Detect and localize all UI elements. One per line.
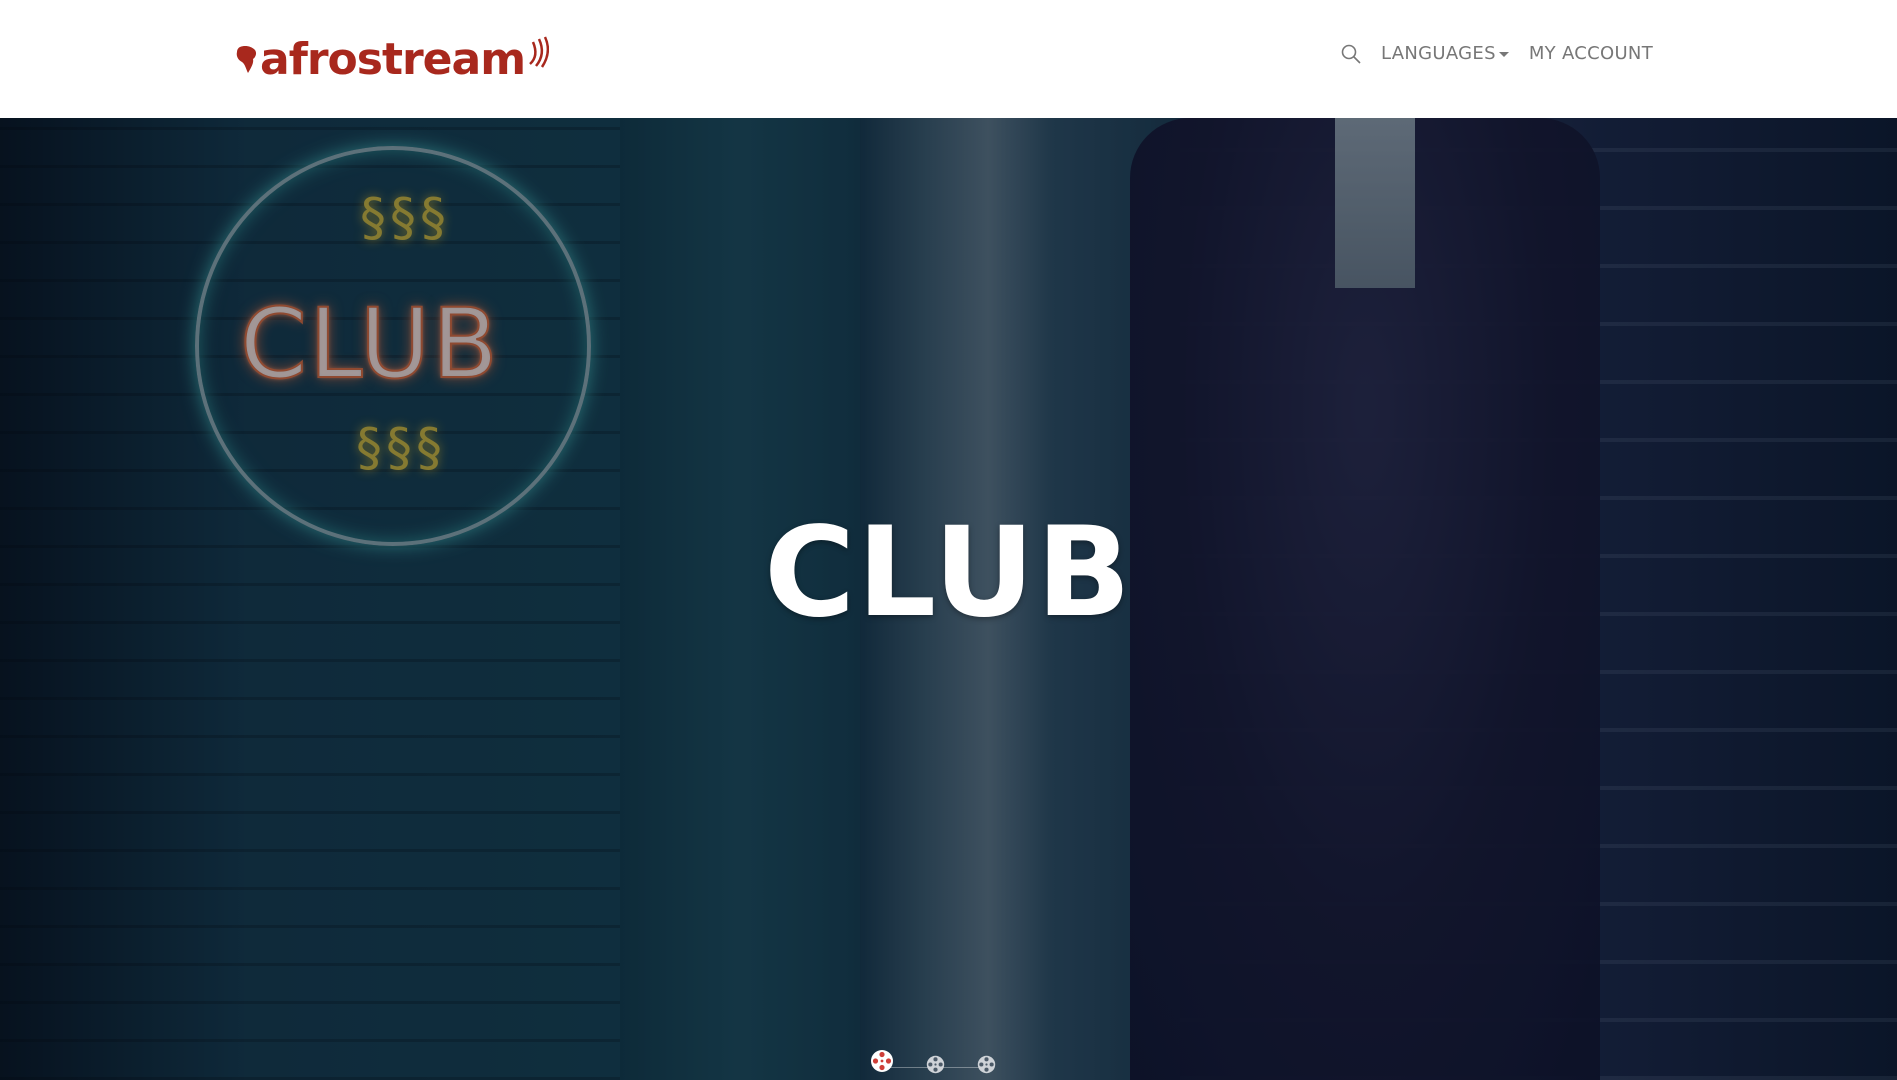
languages-dropdown[interactable]: LANGUAGES <box>1381 45 1509 63</box>
site-header: afrostream LANGUAGES MY ACCOUNT <box>0 0 1897 118</box>
main-nav: LANGUAGES MY ACCOUNT <box>1341 44 1653 64</box>
search-icon[interactable] <box>1341 44 1361 64</box>
hero-banner: §§§ §§§ CLUB CLUB <box>0 118 1897 1080</box>
signal-waves-icon <box>529 36 550 68</box>
film-reel-icon <box>977 1055 996 1074</box>
my-account-link[interactable]: MY ACCOUNT <box>1529 45 1653 63</box>
carousel-dot-2[interactable] <box>926 1055 945 1074</box>
film-reel-icon <box>926 1055 945 1074</box>
carousel-indicators <box>870 1043 1000 1074</box>
carousel-dot-3[interactable] <box>977 1055 996 1074</box>
afrostream-logo[interactable]: afrostream <box>236 34 550 86</box>
brand-name: afrostream <box>260 34 526 85</box>
carousel-dot-1[interactable] <box>870 1049 894 1073</box>
caret-down-icon <box>1498 52 1509 57</box>
hero-title: CLUB <box>764 501 1133 646</box>
film-reel-icon <box>871 1050 893 1072</box>
languages-label: LANGUAGES <box>1381 43 1496 64</box>
africa-map-icon <box>236 46 257 73</box>
